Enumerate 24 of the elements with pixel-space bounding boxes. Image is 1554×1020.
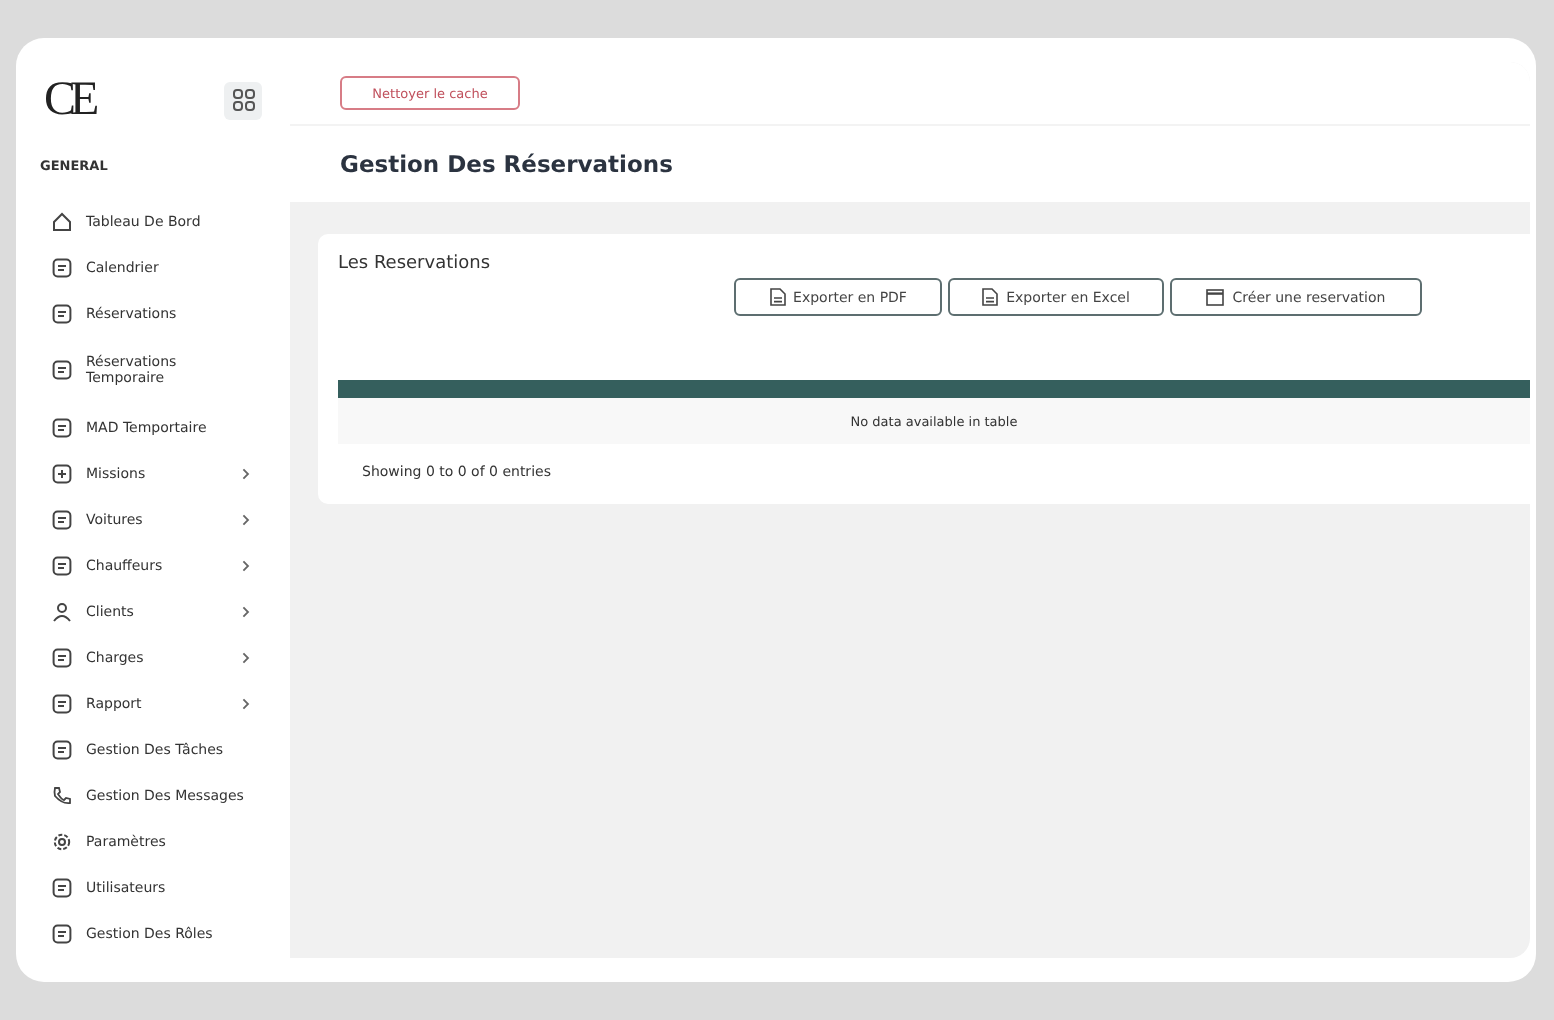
square-icon: [52, 693, 72, 713]
grid-icon: [231, 88, 255, 112]
card-title: Les Reservations: [338, 254, 493, 274]
square-icon: [52, 360, 72, 380]
document-icon: [769, 288, 786, 306]
logo: CE: [42, 73, 94, 127]
document-icon: [982, 288, 999, 306]
page-title: Gestion Des Réservations: [340, 150, 673, 178]
square-icon: [52, 877, 72, 897]
phone-icon: [52, 785, 72, 805]
calendar-icon: [1206, 288, 1225, 306]
square-icon: [52, 417, 72, 437]
square-icon: [52, 303, 72, 323]
square-icon: [52, 509, 72, 529]
square-icon: [52, 739, 72, 759]
settings-icon: [52, 831, 72, 851]
user-icon: [52, 601, 72, 621]
plus-icon: [52, 463, 72, 483]
square-icon: [52, 923, 72, 943]
apps-button[interactable]: [224, 81, 262, 119]
square-icon: [52, 257, 72, 277]
square-icon: [52, 555, 72, 575]
square-icon: [52, 647, 72, 667]
home-icon: [52, 211, 72, 231]
